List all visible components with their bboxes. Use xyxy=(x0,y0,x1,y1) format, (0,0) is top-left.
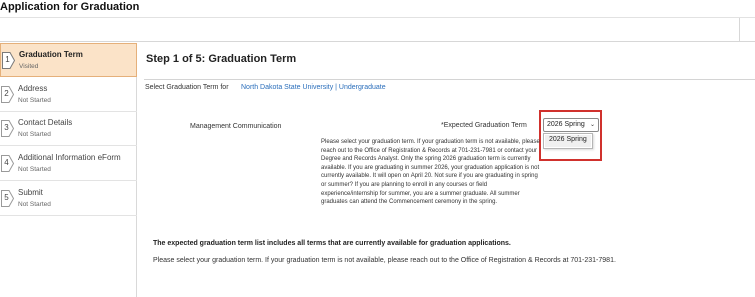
expected-term-select[interactable]: 2026 Spring ⌄ xyxy=(543,118,599,132)
step-number: 3 xyxy=(4,123,9,132)
step-sidebar: 1 Graduation Term Visited 2 Address Not … xyxy=(0,43,137,297)
step-address[interactable]: 2 Address Not Started xyxy=(0,78,137,112)
institution-link[interactable]: North Dakota State University | Undergra… xyxy=(241,84,386,91)
toolbar-right-section xyxy=(739,18,755,42)
step-status: Not Started xyxy=(18,97,51,104)
title-bar: Application for Graduation xyxy=(0,0,755,18)
heading-divider xyxy=(144,79,755,80)
step-number-badge-icon: 1 xyxy=(2,52,15,69)
toolbar-band xyxy=(0,18,755,42)
step-number-badge-icon: 4 xyxy=(1,155,14,172)
chevron-down-icon: ⌄ xyxy=(589,122,595,128)
step-title: Additional Information eForm xyxy=(18,153,121,162)
step-status: Not Started xyxy=(18,166,51,173)
step-number: 5 xyxy=(4,193,9,202)
step-number: 1 xyxy=(5,55,10,64)
step-title: Submit xyxy=(18,188,43,197)
page-title: Step 1 of 5: Graduation Term xyxy=(146,53,297,65)
term-list-note: The expected graduation term list includ… xyxy=(153,240,511,247)
step-title: Contact Details xyxy=(18,118,73,127)
step-status: Not Started xyxy=(18,131,51,138)
app-title: Application for Graduation xyxy=(0,1,140,13)
program-name: Management Communication xyxy=(190,123,282,130)
step-number-badge-icon: 5 xyxy=(1,190,14,207)
step-title: Graduation Term xyxy=(19,50,83,59)
step-contact-details[interactable]: 3 Contact Details Not Started xyxy=(0,112,137,146)
select-term-label: Select Graduation Term for xyxy=(145,84,229,91)
main-content: Step 1 of 5: Graduation Term Select Grad… xyxy=(138,43,755,297)
term-dropdown-list: 2026 Spring xyxy=(543,133,593,149)
selected-term-value: 2026 Spring xyxy=(547,121,585,128)
term-help-text: Please select your graduation term. If y… xyxy=(321,139,540,206)
step-submit[interactable]: 5 Submit Not Started xyxy=(0,182,137,216)
expected-term-label: *Expected Graduation Term xyxy=(441,122,527,129)
step-additional-information-eform[interactable]: 4 Additional Information eForm Not Start… xyxy=(0,147,137,181)
step-title: Address xyxy=(18,84,48,93)
step-number-badge-icon: 2 xyxy=(1,86,14,103)
step-number: 2 xyxy=(4,89,9,98)
step-status: Visited xyxy=(19,63,39,70)
term-option[interactable]: 2026 Spring xyxy=(545,135,591,147)
term-instructions: Please select your graduation term. If y… xyxy=(153,257,616,264)
step-number-badge-icon: 3 xyxy=(1,120,14,137)
step-status: Not Started xyxy=(18,201,51,208)
step-graduation-term[interactable]: 1 Graduation Term Visited xyxy=(0,43,137,77)
step-number: 4 xyxy=(4,158,9,167)
